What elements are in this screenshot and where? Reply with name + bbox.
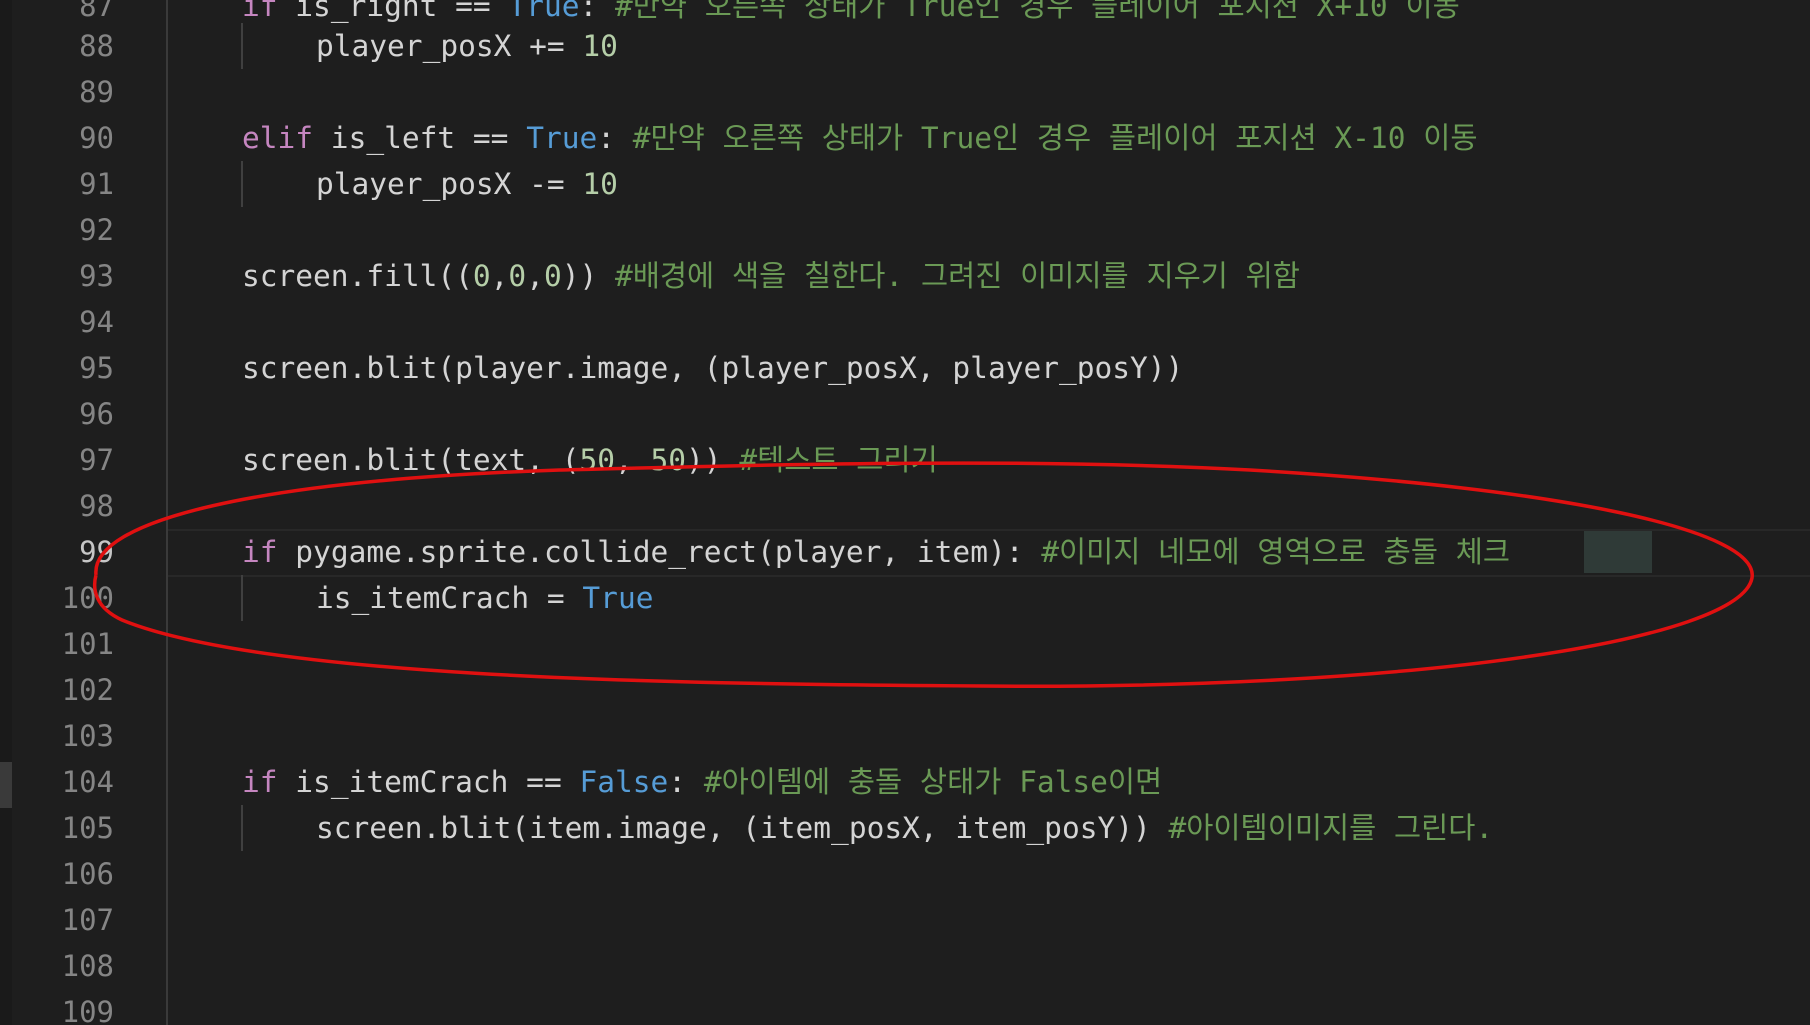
code-text: screen.fill(( <box>242 259 473 293</box>
keyword: elif <box>242 121 314 155</box>
line-number: 104 <box>61 765 114 799</box>
code-line-91[interactable]: player_posX -= 10 <box>242 161 618 207</box>
code-text: player_posX += <box>316 29 583 63</box>
line-number: 98 <box>79 489 114 523</box>
boolean-literal: False <box>579 765 669 799</box>
code-text: is_itemCrach = <box>316 581 583 615</box>
code-text: , <box>490 259 509 293</box>
code-text: : <box>668 765 704 799</box>
code-line-105[interactable]: screen.blit(item.image, (item_posX, item… <box>242 805 1493 851</box>
number-literal: 0 <box>543 259 562 293</box>
line-number: 102 <box>61 673 114 707</box>
line-number: 89 <box>79 75 114 109</box>
code-text: screen.blit(item.image, (item_posX, item… <box>316 811 1169 845</box>
code-line-99[interactable]: if pygame.sprite.collide_rect(player, it… <box>242 529 1510 575</box>
code-text: )) <box>561 259 616 293</box>
number-literal: 50 <box>650 443 687 477</box>
code-editor[interactable]: 87 88 89 90 91 92 93 94 95 96 97 98 99 1… <box>0 0 1810 1025</box>
keyword: if <box>242 535 278 569</box>
line-number: 96 <box>79 397 114 431</box>
line-number: 107 <box>61 903 114 937</box>
comment: #배경에 색을 칠한다. 그려진 이미지를 지우기 위함 <box>615 259 1300 293</box>
number-literal: 0 <box>472 259 491 293</box>
line-number: 95 <box>79 351 114 385</box>
code-text: player_posX -= <box>316 167 583 201</box>
boolean-literal: True <box>582 581 654 615</box>
gutter-divider <box>166 0 168 1025</box>
scroll-position-marker[interactable] <box>0 762 12 808</box>
comment: #텍스트 그리기 <box>739 443 938 477</box>
code-text: )) <box>686 443 740 477</box>
code-text: : <box>579 0 615 23</box>
boolean-literal: True <box>526 121 598 155</box>
line-number: 94 <box>79 305 114 339</box>
line-number-active: 99 <box>79 535 114 569</box>
comment: #만약 오른쪽 상태가 True인 경우 플레이어 포지션 X+10 이동 <box>615 0 1460 23</box>
keyword: if <box>242 0 278 23</box>
line-number: 93 <box>79 259 114 293</box>
line-number: 97 <box>79 443 114 477</box>
code-line-95[interactable]: screen.blit(player.image, (player_posX, … <box>242 345 1183 391</box>
line-number: 106 <box>61 857 114 891</box>
line-number: 109 <box>61 995 114 1025</box>
code-text: , <box>614 443 651 477</box>
line-number: 105 <box>61 811 114 845</box>
code-text: is_right == <box>277 0 509 23</box>
code-line-97[interactable]: screen.blit(text, (50, 50)) #텍스트 그리기 <box>242 437 938 483</box>
word-selection-highlight <box>1584 531 1652 573</box>
code-text: : <box>597 121 633 155</box>
code-text: is_itemCrach == <box>277 765 580 799</box>
code-line-104[interactable]: if is_itemCrach == False: #아이템에 충돌 상태가 F… <box>242 759 1162 805</box>
line-number: 91 <box>79 167 114 201</box>
comment: #아이템에 충돌 상태가 False이면 <box>703 765 1163 799</box>
code-line-88[interactable]: player_posX += 10 <box>242 23 618 69</box>
code-text: pygame.sprite.collide_rect(player, item)… <box>277 535 1042 569</box>
comment: #아이템이미지를 그린다. <box>1168 811 1494 845</box>
line-number: 92 <box>79 213 114 247</box>
activity-strip <box>0 0 12 1025</box>
line-number: 90 <box>79 121 114 155</box>
comment: #이미지 네모에 영역으로 충돌 체크 <box>1041 535 1510 569</box>
line-number: 103 <box>61 719 114 753</box>
line-number: 88 <box>79 29 114 63</box>
code-text: , <box>526 259 544 293</box>
line-number: 108 <box>61 949 114 983</box>
number-literal: 10 <box>582 167 618 201</box>
line-number: 101 <box>61 627 114 661</box>
line-number: 100 <box>61 581 114 615</box>
number-literal: 50 <box>579 443 615 477</box>
code-line-90[interactable]: elif is_left == True: #만약 오른쪽 상태가 True인 … <box>242 115 1478 161</box>
code-text: is_left == <box>313 121 527 155</box>
boolean-literal: True <box>508 0 580 23</box>
number-literal: 0 <box>508 259 527 293</box>
comment: #만약 오른쪽 상태가 True인 경우 플레이어 포지션 X-10 이동 <box>632 121 1478 155</box>
code-line-93[interactable]: screen.fill((0,0,0)) #배경에 색을 칠한다. 그려진 이미… <box>242 253 1300 299</box>
number-literal: 10 <box>582 29 618 63</box>
keyword: if <box>242 765 278 799</box>
code-text: screen.blit(player.image, (player_posX, … <box>242 351 1184 385</box>
code-text: screen.blit(text, ( <box>242 443 580 477</box>
code-line-100[interactable]: is_itemCrach = True <box>242 575 653 621</box>
